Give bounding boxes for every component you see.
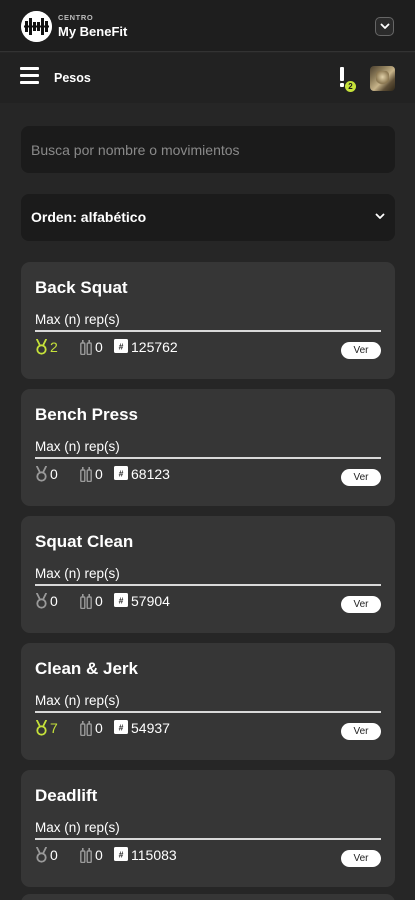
ranking-value: 57904 [131,593,170,609]
exercise-subtitle: Max (n) rep(s) [35,312,120,327]
medal-icon [35,339,48,355]
hash-icon [114,339,128,353]
attempts-count: 0 [95,720,103,736]
hash-icon [114,720,128,734]
attempts-count: 0 [95,847,103,863]
view-button[interactable]: Ver [341,850,381,867]
exercise-card[interactable] [21,894,395,900]
exercise-title: Bench Press [35,405,138,424]
medals-count: 2 [50,339,58,355]
exercise-title: Back Squat [35,278,128,297]
stats-row: 2 0 125762 [35,338,335,356]
exercise-card[interactable]: Squat Clean Max (n) rep(s) 0 0 57904 Ver [21,516,395,633]
attempts-count: 0 [95,466,103,482]
ranking-value: 125762 [131,339,178,355]
divider [35,838,381,840]
bottle-icon [80,339,92,355]
bottle-icon [80,593,92,609]
medal-icon [35,593,48,609]
view-button[interactable]: Ver [341,596,381,613]
bottle-icon [80,720,92,736]
medals-count: 0 [50,593,58,609]
stats-row: 7 0 54937 [35,719,335,737]
chevron-down-icon [380,23,390,29]
ranking-value: 54937 [131,720,170,736]
user-avatar[interactable] [370,66,395,91]
search-input[interactable] [21,126,395,173]
notifications-button[interactable]: 2 [333,64,359,94]
exercise-card[interactable]: Bench Press Max (n) rep(s) 0 0 68123 Ver [21,389,395,506]
divider [35,457,381,459]
bottle-icon [80,847,92,863]
divider [35,584,381,586]
exercise-card[interactable]: Back Squat Max (n) rep(s) 2 0 125762 Ver [21,262,395,379]
sort-label: Orden: alfabético [31,209,147,225]
exercise-title: Clean & Jerk [35,659,138,678]
bottle-icon [80,466,92,482]
medal-icon [35,466,48,482]
exercise-title: Squat Clean [35,532,134,551]
center-name[interactable]: My BeneFit [58,24,127,39]
exercise-subtitle: Max (n) rep(s) [35,693,120,708]
medal-icon [35,847,48,863]
nav-bar: Pesos 2 [0,53,415,103]
divider [35,711,381,713]
center-switch-button[interactable] [375,17,394,36]
exercise-title: Deadlift [35,786,98,805]
medals-count: 0 [50,847,58,863]
exclamation-icon [340,67,344,81]
exercise-card[interactable]: Clean & Jerk Max (n) rep(s) 7 0 54937 Ve… [21,643,395,760]
medals-count: 0 [50,466,58,482]
hash-icon [114,593,128,607]
attempts-count: 0 [95,339,103,355]
top-header: CENTRO My BeneFit [0,0,415,52]
view-button[interactable]: Ver [341,342,381,359]
center-label: CENTRO [58,13,94,22]
exercise-subtitle: Max (n) rep(s) [35,439,120,454]
divider [35,330,381,332]
attempts-count: 0 [95,593,103,609]
exclamation-dot [340,83,344,87]
chevron-down-icon [375,213,385,219]
exercise-subtitle: Max (n) rep(s) [35,820,120,835]
notification-badge: 2 [345,81,356,92]
stats-row: 0 0 68123 [35,465,335,483]
view-button[interactable]: Ver [341,469,381,486]
stats-row: 0 0 115083 [35,846,335,864]
exercise-card[interactable]: Deadlift Max (n) rep(s) 0 0 115083 Ver [21,770,395,887]
view-button[interactable]: Ver [341,723,381,740]
page-title: Pesos [54,71,91,85]
medals-count: 7 [50,720,58,736]
search-box[interactable] [21,126,395,173]
hash-icon [114,847,128,861]
sort-dropdown[interactable]: Orden: alfabético [21,194,395,241]
hash-icon [114,466,128,480]
hamburger-menu-icon[interactable] [20,67,40,87]
ranking-value: 68123 [131,466,170,482]
exercise-subtitle: Max (n) rep(s) [35,566,120,581]
barbell-logo-icon[interactable] [21,11,52,42]
stats-row: 0 0 57904 [35,592,335,610]
medal-icon [35,720,48,736]
ranking-value: 115083 [131,847,177,863]
